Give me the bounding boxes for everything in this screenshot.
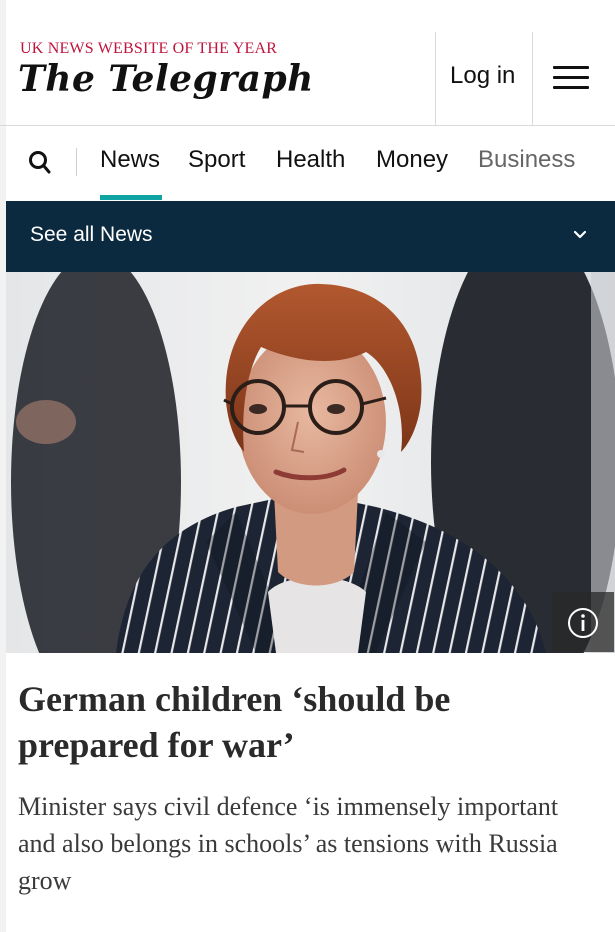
header-divider (532, 32, 533, 125)
header-divider (435, 32, 436, 125)
nav-separator (76, 148, 77, 176)
section-nav: News Sport Health Money Business (0, 126, 615, 201)
hero-image[interactable] (6, 272, 615, 653)
see-all-news-dropdown[interactable]: See all News (6, 201, 615, 272)
nav-item-money[interactable]: Money (376, 146, 448, 174)
nav-item-news[interactable]: News (100, 146, 160, 174)
search-icon[interactable] (26, 146, 54, 180)
nav-item-business[interactable]: Business (478, 146, 575, 174)
article-standfirst: Minister says civil defence ‘is immensel… (18, 792, 559, 895)
site-header: UK NEWS WEBSITE OF THE YEAR The Telegrap… (0, 0, 615, 126)
active-nav-indicator (100, 195, 162, 200)
see-all-label: See all News (30, 223, 153, 246)
nav-item-health[interactable]: Health (276, 146, 345, 174)
hamburger-menu-icon[interactable] (553, 66, 589, 92)
image-info-button[interactable] (552, 592, 614, 652)
masthead-logo[interactable]: The Telegraph (18, 58, 314, 100)
nav-item-sport[interactable]: Sport (188, 146, 245, 174)
login-button[interactable]: Log in (450, 62, 515, 90)
article-headline[interactable]: German children ‘should be prepared for … (18, 676, 598, 768)
chevron-down-icon (572, 227, 588, 243)
info-icon (568, 608, 598, 638)
tagline: UK NEWS WEBSITE OF THE YEAR (20, 40, 278, 57)
